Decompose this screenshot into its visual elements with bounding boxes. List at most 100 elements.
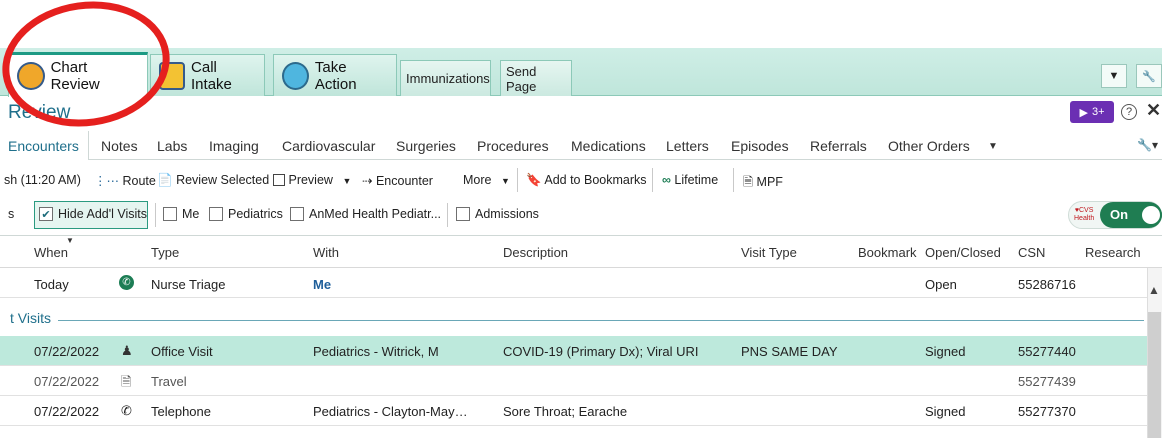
document-icon: 🗎 — [743, 175, 754, 189]
preview-button[interactable]: Preview ▼ — [273, 173, 351, 187]
sort-desc-icon: ▼ — [66, 236, 74, 245]
checkbox-box — [163, 207, 177, 221]
document-icon: 🗎 — [121, 374, 132, 389]
tab-label: Take Action — [314, 58, 357, 93]
help-icon[interactable]: ? — [1121, 104, 1137, 120]
col-when[interactable]: When — [34, 245, 68, 260]
subtab-referrals[interactable]: Referrals — [810, 138, 867, 154]
checkbox-box — [209, 207, 223, 221]
admissions-checkbox[interactable]: Admissions — [456, 207, 539, 221]
cell-type: Office Visit — [151, 344, 213, 359]
hide-addl-label: Hide Add'l Visits — [58, 207, 148, 221]
cell-with: Pediatrics - Clayton-May… — [313, 404, 468, 419]
subtab-episodes[interactable]: Episodes — [731, 138, 789, 154]
bookmark-icon: 🔖 — [526, 173, 542, 187]
col-bookmark[interactable]: Bookmark — [858, 245, 917, 260]
me-checkbox[interactable]: Me — [163, 207, 199, 221]
review-icon: 📄 — [157, 173, 173, 187]
col-with[interactable]: With — [313, 245, 339, 260]
cell-when: 07/22/2022 — [34, 374, 100, 389]
add-to-bookmarks-button[interactable]: 🔖 Add to Bookmarks — [526, 173, 647, 188]
refresh-button[interactable]: sh (11:20 AM) — [4, 173, 81, 187]
tab-chart-review[interactable]: Chart Review — [8, 52, 148, 97]
cell-status: Signed — [925, 404, 966, 419]
anmed-label: AnMed Health Pediatr... — [309, 207, 442, 221]
pediatrics-label: Pediatrics — [228, 207, 283, 221]
checkbox-box — [290, 207, 304, 221]
cell-csn: 55277370 — [1018, 404, 1076, 419]
tab-dropdown-button[interactable]: ▼ — [1101, 64, 1127, 88]
checkbox-box — [456, 207, 470, 221]
toolbar-divider — [733, 168, 734, 192]
cell-with-link[interactable]: Me — [313, 277, 331, 292]
subtab-procedures[interactable]: Procedures — [477, 138, 549, 154]
mpf-button[interactable]: 🗎 MPF — [743, 173, 783, 194]
close-icon[interactable]: ✕ — [1146, 100, 1161, 121]
more-label: More — [463, 173, 492, 187]
notification-badge[interactable]: ▶ 3+ — [1070, 101, 1114, 123]
toggle-knob — [1140, 204, 1162, 226]
cell-csn: 55286716 — [1018, 277, 1076, 292]
tab-call-intake[interactable]: Call Intake — [150, 54, 265, 96]
encounter-button[interactable]: ⇢ Encounter — [362, 173, 433, 188]
route-button[interactable]: ⋮⋯ Route — [94, 173, 156, 188]
subtab-other-orders[interactable]: Other Orders — [888, 138, 970, 154]
subtab-labs[interactable]: Labs — [157, 138, 187, 154]
col-type[interactable]: Type — [151, 245, 179, 260]
preview-label: Preview — [288, 173, 333, 187]
subtab-cardiovascular[interactable]: Cardiovascular — [282, 138, 375, 154]
anmed-checkbox[interactable]: AnMed Health Pediatr... — [290, 207, 441, 221]
more-button[interactable]: More ▼ — [463, 173, 510, 187]
checkmark-icon: ✔ — [39, 207, 53, 221]
subtab-medications[interactable]: Medications — [571, 138, 646, 154]
table-row-partial[interactable] — [0, 426, 1147, 438]
phone-icon: ✆ — [119, 275, 134, 290]
tab-send-page[interactable]: Send Page — [500, 60, 572, 96]
lifetime-label: Lifetime — [674, 173, 719, 187]
mpf-label: MPF — [756, 175, 783, 189]
col-open-closed[interactable]: Open/Closed — [925, 245, 1001, 260]
lifetime-button[interactable]: ∞ Lifetime — [662, 173, 718, 187]
review-selected-button[interactable]: 📄 Review Selected — [157, 173, 269, 188]
subtab-imaging[interactable]: Imaging — [209, 138, 259, 154]
subtab-notes[interactable]: Notes — [101, 138, 138, 154]
chevron-down-icon: ▼ — [500, 176, 510, 186]
subtab-more-chevron-down-icon[interactable]: ▼ — [988, 141, 998, 152]
preview-icon — [273, 174, 285, 186]
toggle-state: On — [1110, 207, 1129, 222]
pediatrics-checkbox[interactable]: Pediatrics — [209, 207, 283, 221]
subtab-encounters[interactable]: Encounters — [8, 138, 79, 154]
toolbar-divider — [517, 168, 518, 192]
tab-immunizations[interactable]: Immunizations — [400, 60, 491, 96]
hide-addl-visits-checkbox[interactable]: ✔ Hide Add'l Visits — [39, 207, 147, 221]
subtab-wrench-icon[interactable]: 🔧▾ — [1137, 138, 1158, 152]
chart-review-icon — [17, 62, 45, 90]
cell-description: Sore Throat; Earache — [503, 404, 628, 419]
tab-label: Call Intake — [191, 58, 232, 93]
tab-label: Immunizations — [406, 71, 490, 86]
past-visits-group-label: t Visits — [10, 310, 51, 326]
activity-title: Review — [8, 102, 71, 123]
cell-when: 07/22/2022 — [34, 344, 100, 359]
col-visit-type[interactable]: Visit Type — [741, 245, 797, 260]
col-description[interactable]: Description — [503, 245, 568, 260]
wrench-icon[interactable]: 🔧 — [1136, 64, 1162, 88]
chevron-down-icon: ▼ — [342, 176, 352, 186]
subtab-surgeries[interactable]: Surgeries — [396, 138, 456, 154]
col-csn[interactable]: CSN — [1018, 245, 1045, 260]
cell-when: 07/22/2022 — [34, 404, 100, 419]
tab-label: Send Page — [506, 63, 537, 94]
cell-visit-type: PNS SAME DAY — [741, 344, 838, 359]
route-icon: ⋮⋯ — [94, 174, 119, 188]
person-icon: ♟ — [121, 343, 133, 358]
group-divider — [58, 320, 1144, 321]
badge-count: 3+ — [1091, 106, 1105, 118]
call-intake-icon — [159, 61, 186, 90]
cvs-health-logo: ♥CVS Health — [1074, 207, 1095, 222]
col-research[interactable]: Research — [1085, 245, 1141, 260]
tab-take-action[interactable]: Take Action — [273, 54, 397, 96]
scroll-up-icon[interactable]: ▲ — [1148, 283, 1160, 297]
subtab-letters[interactable]: Letters — [666, 138, 709, 154]
filter-prefix: s — [8, 207, 15, 221]
scrollbar-thumb[interactable] — [1148, 312, 1161, 438]
